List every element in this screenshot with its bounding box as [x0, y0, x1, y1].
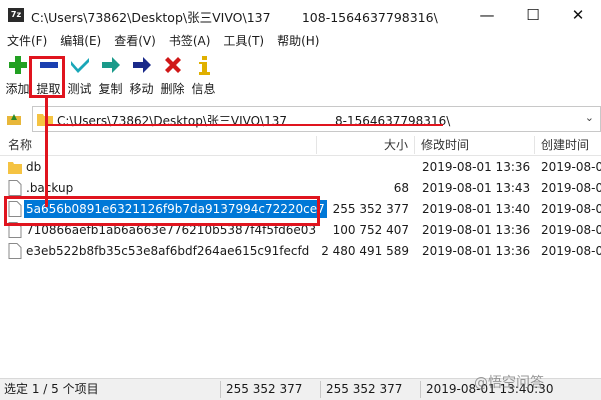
- column-divider[interactable]: [414, 136, 415, 154]
- title-bar: 7z C:\Users\73862\Desktop\张三VIVO\137 108…: [0, 0, 601, 31]
- annotation-arrow-line: [45, 97, 48, 207]
- file-modified: 2019-08-01 13:36: [422, 160, 531, 174]
- delete-x-icon: [164, 57, 181, 73]
- status-size: 255 352 377: [226, 382, 303, 396]
- chevron-down-icon[interactable]: ⌄: [585, 111, 594, 124]
- file-size: 2 480 491 589: [321, 244, 409, 258]
- menu-tools[interactable]: 工具(T): [216, 31, 270, 51]
- file-created: 2019-08-0: [541, 244, 601, 258]
- column-size[interactable]: 大小: [384, 134, 408, 156]
- annotation-box-extract: [29, 56, 65, 98]
- menu-edit[interactable]: 编辑(E): [53, 31, 107, 51]
- test-label: 测试: [67, 82, 92, 96]
- file-icon: [8, 243, 22, 259]
- info-button[interactable]: 信息: [188, 53, 219, 99]
- file-created: 2019-08-0: [541, 181, 601, 195]
- status-divider: [420, 381, 421, 398]
- plus-icon: [8, 56, 27, 74]
- file-created: 2019-08-0: [541, 160, 601, 174]
- file-size: 68: [393, 181, 409, 195]
- address-bar: C:\Users\73862\Desktop\张三VIVO\137 8-1564…: [0, 104, 601, 132]
- copy-arrow-icon: [101, 57, 120, 73]
- move-button[interactable]: 移动: [126, 53, 157, 99]
- menu-file[interactable]: 文件(F): [0, 31, 53, 51]
- file-name: .backup: [26, 181, 74, 195]
- table-row[interactable]: e3eb522b8fb35c53e8af6bdf264ae615c91fecfd…: [0, 241, 601, 261]
- file-modified: 2019-08-01 13:40: [422, 202, 531, 216]
- toolbar: 添加 提取 测试 复制 移动 删除 信息: [0, 51, 601, 101]
- path-text: C:\Users\73862\Desktop\张三VIVO\137 8-1564…: [57, 114, 451, 128]
- file-modified: 2019-08-01 13:36: [422, 244, 531, 258]
- status-divider: [320, 381, 321, 398]
- column-divider[interactable]: [534, 136, 535, 154]
- menu-help[interactable]: 帮助(H): [270, 31, 325, 51]
- column-modified[interactable]: 修改时间: [421, 134, 469, 156]
- file-size: 255 352 377: [332, 202, 409, 216]
- file-name: db: [26, 160, 42, 174]
- file-modified: 2019-08-01 13:36: [422, 223, 531, 237]
- info-label: 信息: [191, 82, 216, 96]
- column-header: 名称 大小 修改时间 创建时间: [0, 134, 601, 156]
- close-button[interactable]: ✕: [555, 0, 601, 31]
- column-name[interactable]: 名称: [8, 134, 32, 156]
- maximize-button[interactable]: ☐: [510, 0, 556, 31]
- file-name: e3eb522b8fb35c53e8af6bdf264ae615c91fecfd: [26, 244, 310, 258]
- window-title: C:\Users\73862\Desktop\张三VIVO\137 108-15…: [31, 10, 438, 25]
- status-selection: 选定 1 / 5 个项目: [4, 382, 99, 396]
- menu-view[interactable]: 查看(V): [107, 31, 162, 51]
- minimize-button[interactable]: —: [464, 0, 510, 31]
- status-packed-size: 255 352 377: [326, 382, 403, 396]
- status-divider: [220, 381, 221, 398]
- menu-bookmarks[interactable]: 书签(A): [162, 31, 217, 51]
- column-divider[interactable]: [316, 136, 317, 154]
- path-combobox[interactable]: C:\Users\73862\Desktop\张三VIVO\137 8-1564…: [32, 106, 601, 132]
- annotation-underline-path: [48, 124, 443, 126]
- copy-label: 复制: [98, 82, 123, 96]
- app-icon[interactable]: 7z: [8, 8, 24, 22]
- file-created: 2019-08-0: [541, 202, 601, 216]
- up-folder-icon[interactable]: [6, 110, 22, 126]
- test-button[interactable]: 测试: [64, 53, 95, 99]
- file-modified: 2019-08-01 13:43: [422, 181, 531, 195]
- move-arrow-icon: [132, 57, 151, 73]
- delete-button[interactable]: 删除: [157, 53, 188, 99]
- table-row[interactable]: .backup 68 2019-08-01 13:43 2019-08-0: [0, 178, 601, 198]
- watermark: @悟空问答: [474, 375, 544, 391]
- move-label: 移动: [129, 82, 154, 96]
- file-created: 2019-08-0: [541, 223, 601, 237]
- table-row[interactable]: db 2019-08-01 13:36 2019-08-0: [0, 157, 601, 177]
- folder-icon: [8, 162, 22, 174]
- column-created[interactable]: 创建时间: [541, 134, 589, 156]
- delete-label: 删除: [160, 82, 185, 96]
- copy-button[interactable]: 复制: [95, 53, 126, 99]
- check-icon: [70, 58, 89, 73]
- menu-bar: 文件(F) 编辑(E) 查看(V) 书签(A) 工具(T) 帮助(H): [0, 31, 601, 51]
- file-size: 100 752 407: [332, 223, 409, 237]
- info-icon: [198, 56, 210, 75]
- annotation-box-selected-file: [4, 196, 320, 226]
- file-icon: [8, 180, 22, 196]
